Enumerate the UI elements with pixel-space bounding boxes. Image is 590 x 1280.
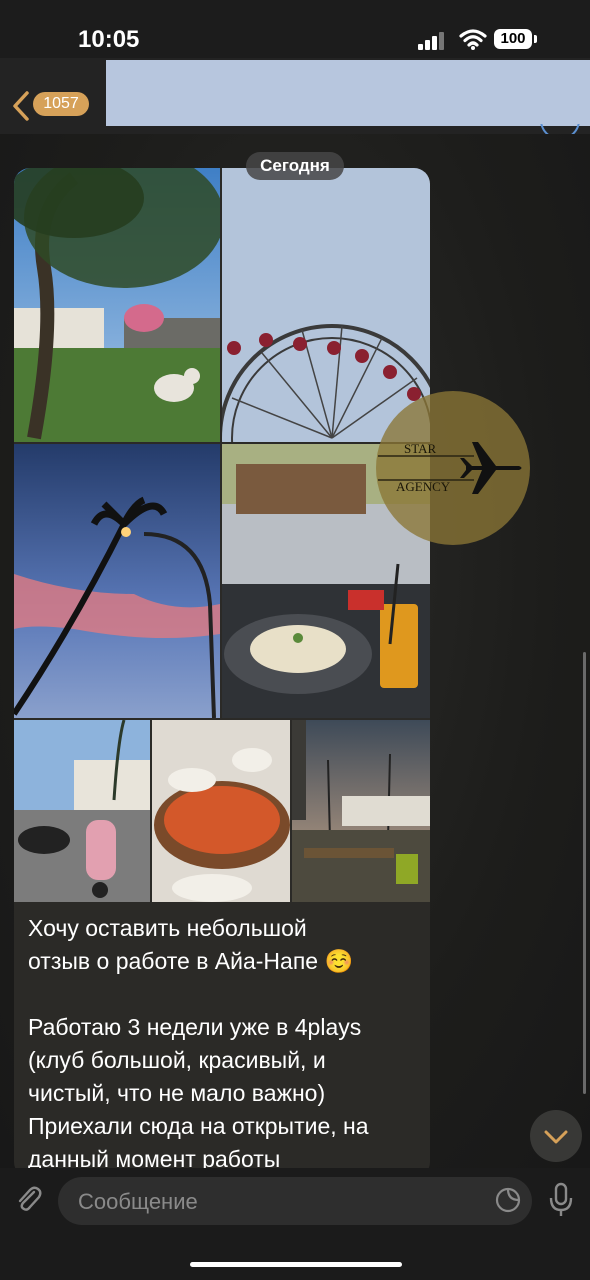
photo-seafood[interactable] [152,720,290,902]
scrollbar[interactable] [583,652,586,1094]
star-agency-logo: STAR AGENCY [376,391,530,545]
sticker-icon[interactable] [494,1186,522,1214]
photo-palm-sunset[interactable] [14,444,220,718]
photo-cafe-terrace[interactable] [292,720,430,902]
paperclip-icon[interactable] [14,1184,44,1214]
unread-count-badge[interactable]: 1057 [33,92,89,116]
back-chevron-icon[interactable] [10,90,32,122]
chevron-down-icon [544,1130,568,1144]
microphone-icon[interactable] [548,1182,574,1218]
chat-title-redacted[interactable] [106,60,590,126]
wifi-icon [459,29,487,50]
logo-text-agency: AGENCY [396,479,451,494]
message-input-placeholder: Сообщение [78,1189,198,1214]
status-time: 10:05 [78,26,140,53]
home-indicator [190,1262,402,1267]
photo-scooters[interactable] [14,720,150,902]
message-bubble[interactable]: Хочу оставить небольшой отзыв о работе в… [14,168,430,1178]
signal-icon [418,32,446,50]
logo-text-star: STAR [404,441,437,456]
battery-tip [534,35,537,43]
scroll-down-button[interactable] [530,1110,582,1162]
message-text: Хочу оставить небольшой отзыв о работе в… [28,915,369,1172]
photo-tree-cat[interactable] [14,168,220,442]
battery-indicator: 100 [494,29,532,49]
date-separator: Сегодня [246,152,344,180]
